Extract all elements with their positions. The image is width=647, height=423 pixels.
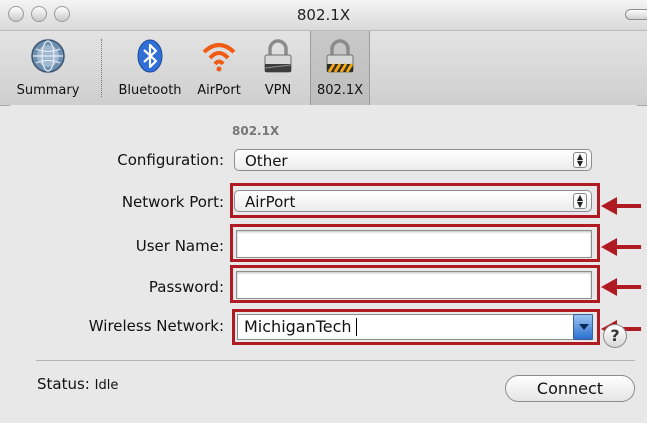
- toolbar-item-vpn[interactable]: VPN: [252, 31, 304, 105]
- toolbar-label-bluetooth: Bluetooth: [118, 83, 182, 98]
- highlight-box-wireless-network: [232, 309, 600, 345]
- bluetooth-icon: [137, 39, 163, 73]
- toolbar-label-vpn: VPN: [264, 83, 292, 98]
- toolbar-label-summary: Summary: [16, 83, 80, 98]
- lock-hazard-icon: [326, 39, 354, 73]
- password-label: Password:: [148, 278, 224, 296]
- toolbar-label-airport: AirPort: [197, 83, 241, 98]
- window-title: 802.1X: [296, 6, 351, 24]
- toolbar: Summary Bluetooth AirPort VPN 802.1X: [0, 31, 647, 106]
- toolbar-label-8021x: 802.1X: [316, 83, 364, 98]
- globe-icon: [31, 39, 65, 73]
- highlight-box-password: [230, 265, 600, 303]
- status-line: Status: Idle: [37, 375, 118, 393]
- network-window: 802.1X Summary Bluetooth AirPort VPN 802…: [0, 0, 647, 423]
- lock-icon: [264, 39, 292, 73]
- divider: [36, 360, 635, 361]
- toolbar-separator: [101, 39, 102, 97]
- airport-wifi-icon: [202, 43, 236, 72]
- connect-button[interactable]: Connect: [505, 375, 635, 402]
- network-port-label: Network Port:: [121, 193, 224, 211]
- configuration-label: Configuration:: [117, 151, 224, 169]
- red-arrow-icon: [601, 238, 641, 256]
- configuration-popup[interactable]: Other ▲ ▼: [234, 149, 592, 171]
- title-bar: 802.1X: [0, 0, 647, 31]
- toolbar-toggle-button[interactable]: [625, 9, 647, 20]
- toolbar-item-summary[interactable]: Summary: [0, 31, 96, 105]
- toolbar-item-8021x[interactable]: 802.1X: [310, 31, 370, 105]
- toolbar-item-bluetooth[interactable]: Bluetooth: [112, 31, 188, 105]
- status-value: Idle: [94, 378, 119, 393]
- highlight-box-network-port: [230, 183, 600, 218]
- red-arrow-icon: [601, 197, 641, 215]
- configuration-value: Other: [245, 152, 288, 170]
- popup-arrows-icon: ▲ ▼: [573, 152, 587, 168]
- section-title: 802.1X: [232, 124, 280, 138]
- toolbar-item-airport[interactable]: AirPort: [188, 31, 250, 105]
- help-button[interactable]: ?: [603, 324, 627, 348]
- red-arrow-icon: [601, 278, 641, 296]
- highlight-box-user-name: [230, 224, 600, 262]
- wireless-network-label: Wireless Network:: [88, 317, 224, 335]
- user-name-label: User Name:: [135, 237, 224, 255]
- status-label: Status:: [37, 375, 90, 393]
